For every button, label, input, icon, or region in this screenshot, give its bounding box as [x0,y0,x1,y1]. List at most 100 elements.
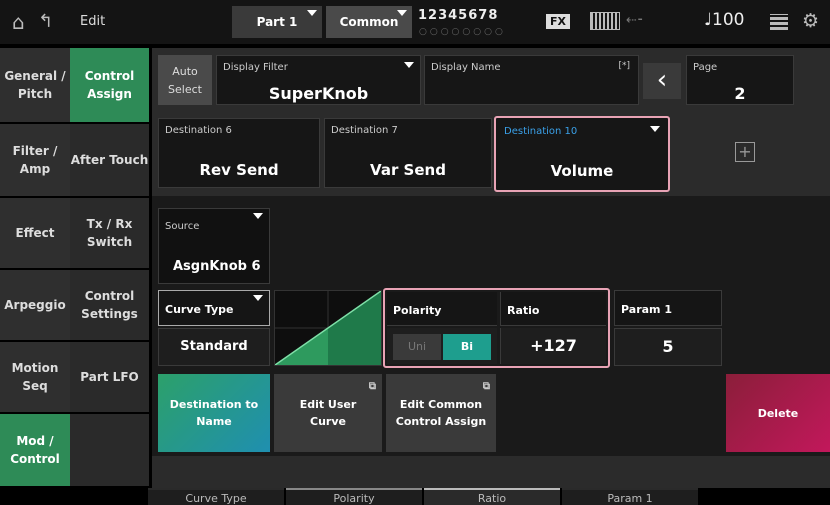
subnav-label: Control Assign [84,69,135,101]
source-label: Source [165,221,200,232]
dropdown-icon [397,10,407,16]
param1-value: 5 [662,337,674,356]
curve-type-label: Curve Type [165,303,234,316]
previous-page-button[interactable]: ‹ [643,63,681,99]
curve-type-value: Standard [180,339,248,354]
part-select-button[interactable]: Part 1 [232,6,322,38]
nav-mod-control[interactable]: Mod / Control [0,414,70,486]
display-filter-field[interactable]: Display Filter SuperKnob [216,55,421,105]
curve-type-header[interactable]: Curve Type [158,290,270,326]
subnav-control-settings[interactable]: Control Settings [70,270,149,340]
subnav-tx-rx-switch[interactable]: Tx / Rx Switch [70,198,149,268]
edit-common-label: Edit Common Control Assign [395,398,487,428]
display-filter-value: SuperKnob [268,84,369,103]
tab-label: Param 1 [607,492,653,505]
destination-label: Destination 6 [165,125,232,136]
destination-value: Var Send [370,161,446,179]
subnav-label: Tx / Rx Switch [86,217,133,249]
common-button[interactable]: Common [326,6,412,38]
param1-field[interactable]: 5 [614,328,722,366]
fx-badge: FX [546,14,570,29]
usb-icon: ⇠⁃ [626,13,644,28]
tab-label: Polarity [333,492,375,505]
nav-filter-amp[interactable]: Filter / Amp [0,124,70,196]
auto-select-button[interactable]: Auto Select [158,55,212,105]
tab-label: Ratio [477,492,507,505]
delete-label: Delete [757,406,799,420]
subnav-after-touch[interactable]: After Touch [70,124,149,196]
edit-user-curve-button[interactable]: ⧉ Edit User Curve [274,374,382,452]
page-value: 2 [734,84,746,103]
nav-label: Effect [15,226,55,240]
polarity-uni-option[interactable]: Uni [393,334,441,360]
ratio-header: Ratio [500,292,606,326]
destination-label: Destination 10 [504,126,578,137]
ratio-field[interactable]: +127 [500,328,606,364]
tab-ratio[interactable]: Ratio [424,488,560,505]
dropdown-icon [253,213,263,219]
tab-param-1[interactable]: Param 1 [562,488,698,505]
ratio-label: Ratio [507,304,540,317]
nav-label: Arpeggio [4,298,66,312]
subnav-label: Control Settings [81,289,138,321]
polarity-label: Polarity [393,304,442,317]
subnav-label: Part LFO [80,370,139,384]
dropdown-icon [307,10,317,16]
nav-general-pitch[interactable]: General / Pitch [0,48,70,122]
polarity-header: Polarity [387,292,497,326]
destination-to-name-button[interactable]: Destination to Name [158,374,270,452]
subnav-label: After Touch [70,153,149,167]
destination-7-field[interactable]: Destination 7 Var Send [324,118,492,188]
edit-common-control-assign-button[interactable]: ⧉ Edit Common Control Assign [386,374,496,452]
gear-icon[interactable]: ⚙ [802,10,819,32]
curve-graph [274,290,382,366]
param1-label: Param 1 [621,303,672,316]
back-arrow-icon[interactable]: ↰ [38,0,53,44]
destination-value: Rev Send [199,161,279,179]
destination-label: Destination 7 [331,125,398,136]
tab-polarity[interactable]: Polarity [286,488,422,505]
dropdown-icon [253,295,263,301]
nav-effect[interactable]: Effect [0,198,70,268]
page-title: Edit [80,14,106,29]
part-label: Part 1 [256,15,298,29]
external-window-icon: ⧉ [482,381,490,392]
dropdown-icon [404,62,414,68]
tab-label: Curve Type [185,492,247,505]
display-name-label: Display Name [431,62,501,73]
tab-curve-type[interactable]: Curve Type [148,488,284,505]
destination-6-field[interactable]: Destination 6 Rev Send [158,118,320,188]
common-label: Common [339,15,399,29]
keyboard-icon [590,12,620,30]
source-value: AsgnKnob 6 [173,259,261,274]
display-name-marker: [*] [618,61,630,71]
display-name-field[interactable]: Display Name [*] [424,55,639,105]
polarity-field: Uni Bi [387,328,497,364]
page-label: Page [693,62,718,73]
destination-to-name-label: Destination to Name [169,398,259,428]
home-icon[interactable]: ⌂ [12,0,25,44]
nav-motion-seq[interactable]: Motion Seq [0,342,70,412]
subnav-empty [70,414,149,486]
subnav-part-lfo[interactable]: Part LFO [70,342,149,412]
tempo-display[interactable]: ♩100 [704,10,744,30]
part-numbers: 12345678 [418,8,499,23]
curve-type-field[interactable]: Standard [158,328,270,366]
dropdown-icon [650,126,660,132]
destination-10-field[interactable]: Destination 10 Volume [494,116,670,192]
plus-icon: + [738,142,752,161]
param1-header: Param 1 [614,290,722,326]
chevron-left-icon: ‹ [656,65,668,95]
destination-value: Volume [550,162,614,180]
source-field[interactable]: Source AsgnKnob 6 [158,208,270,284]
grid-menu-icon[interactable] [770,14,788,30]
page-field[interactable]: Page 2 [686,55,794,105]
ratio-value: +127 [530,336,577,355]
subnav-control-assign[interactable]: Control Assign [70,48,149,122]
nav-arpeggio[interactable]: Arpeggio [0,270,70,340]
delete-button[interactable]: Delete [726,374,830,452]
nav-label: Filter / Amp [12,144,58,176]
add-destination-button[interactable]: + [735,142,755,162]
polarity-bi-option[interactable]: Bi [443,334,491,360]
curve-graph-svg [274,290,382,366]
